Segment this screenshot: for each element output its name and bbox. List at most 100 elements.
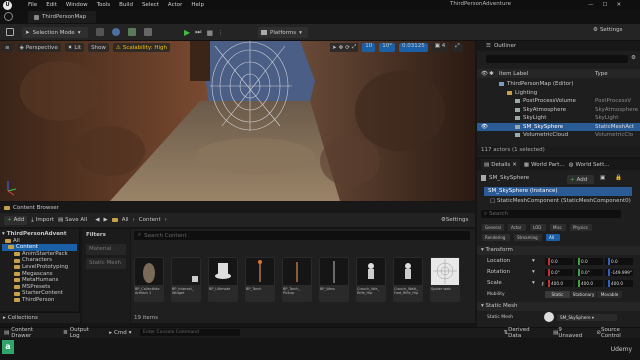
component-row[interactable]: ▢ StaticMeshComponent (StaticMeshCompone… (490, 198, 635, 204)
outliner-row[interactable]: PostProcessVolume PostProcessV (477, 97, 640, 105)
filter-static-mesh[interactable]: Static Mesh (86, 258, 126, 269)
mobility-stationary-button[interactable]: Stationary (571, 291, 596, 298)
cmd-button[interactable]: ▸ Cmd ▾ (109, 330, 131, 336)
col-item-label[interactable]: Item Label (499, 71, 528, 77)
tab-details[interactable]: ▤ Details ✕ (481, 159, 520, 170)
minimize-button[interactable]: — (588, 2, 594, 8)
asset-tile[interactable]: BP_Torch (245, 257, 275, 302)
tree-item-megascans[interactable]: Megascans (2, 271, 77, 278)
col-type[interactable]: Type (595, 71, 608, 77)
project-root[interactable]: ▾ ThirdPersonAdvent (2, 231, 77, 238)
tree-item-thirdperson[interactable]: ThirdPerson (2, 297, 77, 304)
scale-y-field[interactable]: 400.0 (575, 280, 603, 287)
asset-tile[interactable]: BP_Interact_ Widget (171, 257, 201, 302)
menu-tools[interactable]: Tools (97, 2, 111, 8)
close-icon[interactable]: ✕ (512, 162, 517, 168)
transform-section-header[interactable]: ▾ Transform (477, 246, 640, 255)
tree-item-startercontent[interactable]: StarterContent (2, 290, 77, 297)
select-icon[interactable]: ➤ (332, 45, 337, 51)
scale-icon[interactable]: ⤢ (352, 44, 356, 51)
filter-chip[interactable]: Streaming (514, 234, 542, 241)
filter-chip[interactable]: General (482, 224, 504, 231)
outliner-row[interactable]: SkyAtmosphere SkyAtmosphere (477, 106, 640, 114)
filter-chip[interactable]: Actor (508, 224, 526, 231)
save-icon[interactable] (6, 28, 14, 36)
move-icon[interactable]: ✥ (339, 45, 344, 51)
filter-chip[interactable]: All (546, 234, 560, 241)
location-z-field[interactable]: 0.0 (605, 258, 633, 265)
unreal-logo-icon[interactable]: U (3, 1, 12, 10)
static-mesh-section-header[interactable]: ▾ Static Mesh (477, 302, 640, 311)
play-icon[interactable]: ▶ (184, 28, 190, 37)
location-x-field[interactable]: 0.0 (545, 258, 573, 265)
breadcrumb-content[interactable]: Content (139, 217, 161, 223)
forward-icon[interactable]: ▶ (103, 217, 107, 223)
static-mesh-picker[interactable]: SM_SkySphere ▾ (557, 314, 617, 321)
viewport-options-button[interactable]: ≡ (2, 43, 13, 52)
blueprint-icon[interactable]: ▣ (600, 175, 605, 181)
show-button[interactable]: Show (88, 43, 109, 52)
outliner-search-input[interactable] (486, 55, 628, 63)
camera-speed-button[interactable]: ▣ 4 (431, 43, 449, 52)
rotate-icon[interactable]: ⟳ (345, 45, 350, 51)
close-window-button[interactable]: ✕ (616, 2, 621, 8)
back-icon[interactable]: ◀ (95, 217, 99, 223)
scale-z-field[interactable]: 400.0 (605, 280, 633, 287)
chevron-down-icon[interactable]: ▾ (532, 257, 535, 266)
content-icon[interactable] (96, 28, 104, 36)
menu-file[interactable]: File (28, 2, 37, 8)
actor-name-field[interactable]: SM_SkySphere (489, 175, 529, 181)
asset-tile[interactable]: BP_Ultimate (208, 257, 238, 302)
outliner-row[interactable]: 👁 SM_SkySphere StaticMeshAct (477, 122, 640, 131)
details-search-input[interactable]: ⌕ Search (481, 210, 621, 218)
add-button[interactable]: + Add (4, 215, 28, 225)
tree-item-all[interactable]: All (2, 238, 77, 245)
content-browser-tab[interactable]: Content Browser (0, 202, 475, 213)
tree-item-animstarterpack[interactable]: AnimStarterPack (2, 251, 77, 258)
save-all-button[interactable]: ▤ Save All (58, 217, 87, 223)
asset-tile[interactable]: BP_Torch_ Pickup (282, 257, 312, 302)
lock-icon[interactable]: 🔒 (615, 175, 622, 181)
rotation-y-field[interactable]: 0.0° (575, 269, 603, 276)
menu-actor[interactable]: Actor (168, 2, 182, 8)
lit-button[interactable]: ✷ Lit (64, 43, 85, 52)
add-component-button[interactable]: + Add (567, 175, 594, 184)
filter-chip[interactable]: Rendering (482, 234, 510, 241)
gear-icon[interactable]: ⚙ (631, 55, 636, 61)
maximize-button[interactable]: ☐ (603, 2, 608, 8)
step-icon[interactable]: ⏭ (195, 28, 201, 37)
grid-snap-toggle[interactable]: 10 (362, 43, 376, 52)
asset-tile[interactable]: BP_Collectible Artifact 1 (134, 257, 164, 302)
tab-world-settings[interactable]: ◍ World Sett... (569, 162, 610, 168)
mobility-static-button[interactable]: Static (545, 291, 570, 298)
platforms-button[interactable]: Platforms ▾ (258, 27, 308, 38)
menu-window[interactable]: Window (66, 2, 88, 8)
asset-tile[interactable]: Crouch_Idle_ Rifle_Hip (356, 257, 386, 302)
selection-mode-button[interactable]: ➤ Selection Mode ▾ (22, 27, 88, 38)
cinematics-icon[interactable] (144, 28, 152, 36)
import-button[interactable]: ⤓ Import (31, 217, 54, 224)
menu-edit[interactable]: Edit (46, 2, 57, 8)
filter-material[interactable]: Material (86, 244, 126, 255)
outliner-row[interactable]: SkyLight SkyLight (477, 114, 640, 122)
location-y-field[interactable]: 0.0 (575, 258, 603, 265)
rotation-x-field[interactable]: 0.0° (545, 269, 573, 276)
asset-tile[interactable]: BP_Wars (319, 257, 349, 302)
stop-icon[interactable]: ■ (206, 29, 213, 37)
asset-tile[interactable]: Crouch_Walk_ Fwd_Rifle_Hip (393, 257, 423, 302)
console-command-input[interactable]: Enter Console Command (140, 329, 240, 336)
filter-chip[interactable]: Physics (570, 224, 592, 231)
filter-chip[interactable]: LOD (530, 224, 546, 231)
tree-item-levelprototyping[interactable]: LevelPrototyping (2, 264, 77, 271)
add-actor-icon[interactable] (112, 28, 120, 36)
outliner-row[interactable]: VolumetricCloud VolumetricClo (477, 131, 640, 139)
tree-item-content[interactable]: Content (2, 244, 77, 251)
tree-item-metahumans[interactable]: MetaHumans (2, 277, 77, 284)
play-options-icon[interactable]: ⋮ (218, 30, 223, 36)
perspective-button[interactable]: ◈ Perspective (16, 43, 61, 52)
settings-button[interactable]: ⚙ Settings (593, 27, 623, 33)
asset-tile[interactable]: Spider web (430, 257, 460, 302)
chevron-down-icon[interactable]: ▾ (532, 268, 535, 277)
rotation-z-field[interactable]: -149.999° (605, 269, 633, 276)
visibility-icon[interactable]: 👁 (481, 123, 488, 131)
